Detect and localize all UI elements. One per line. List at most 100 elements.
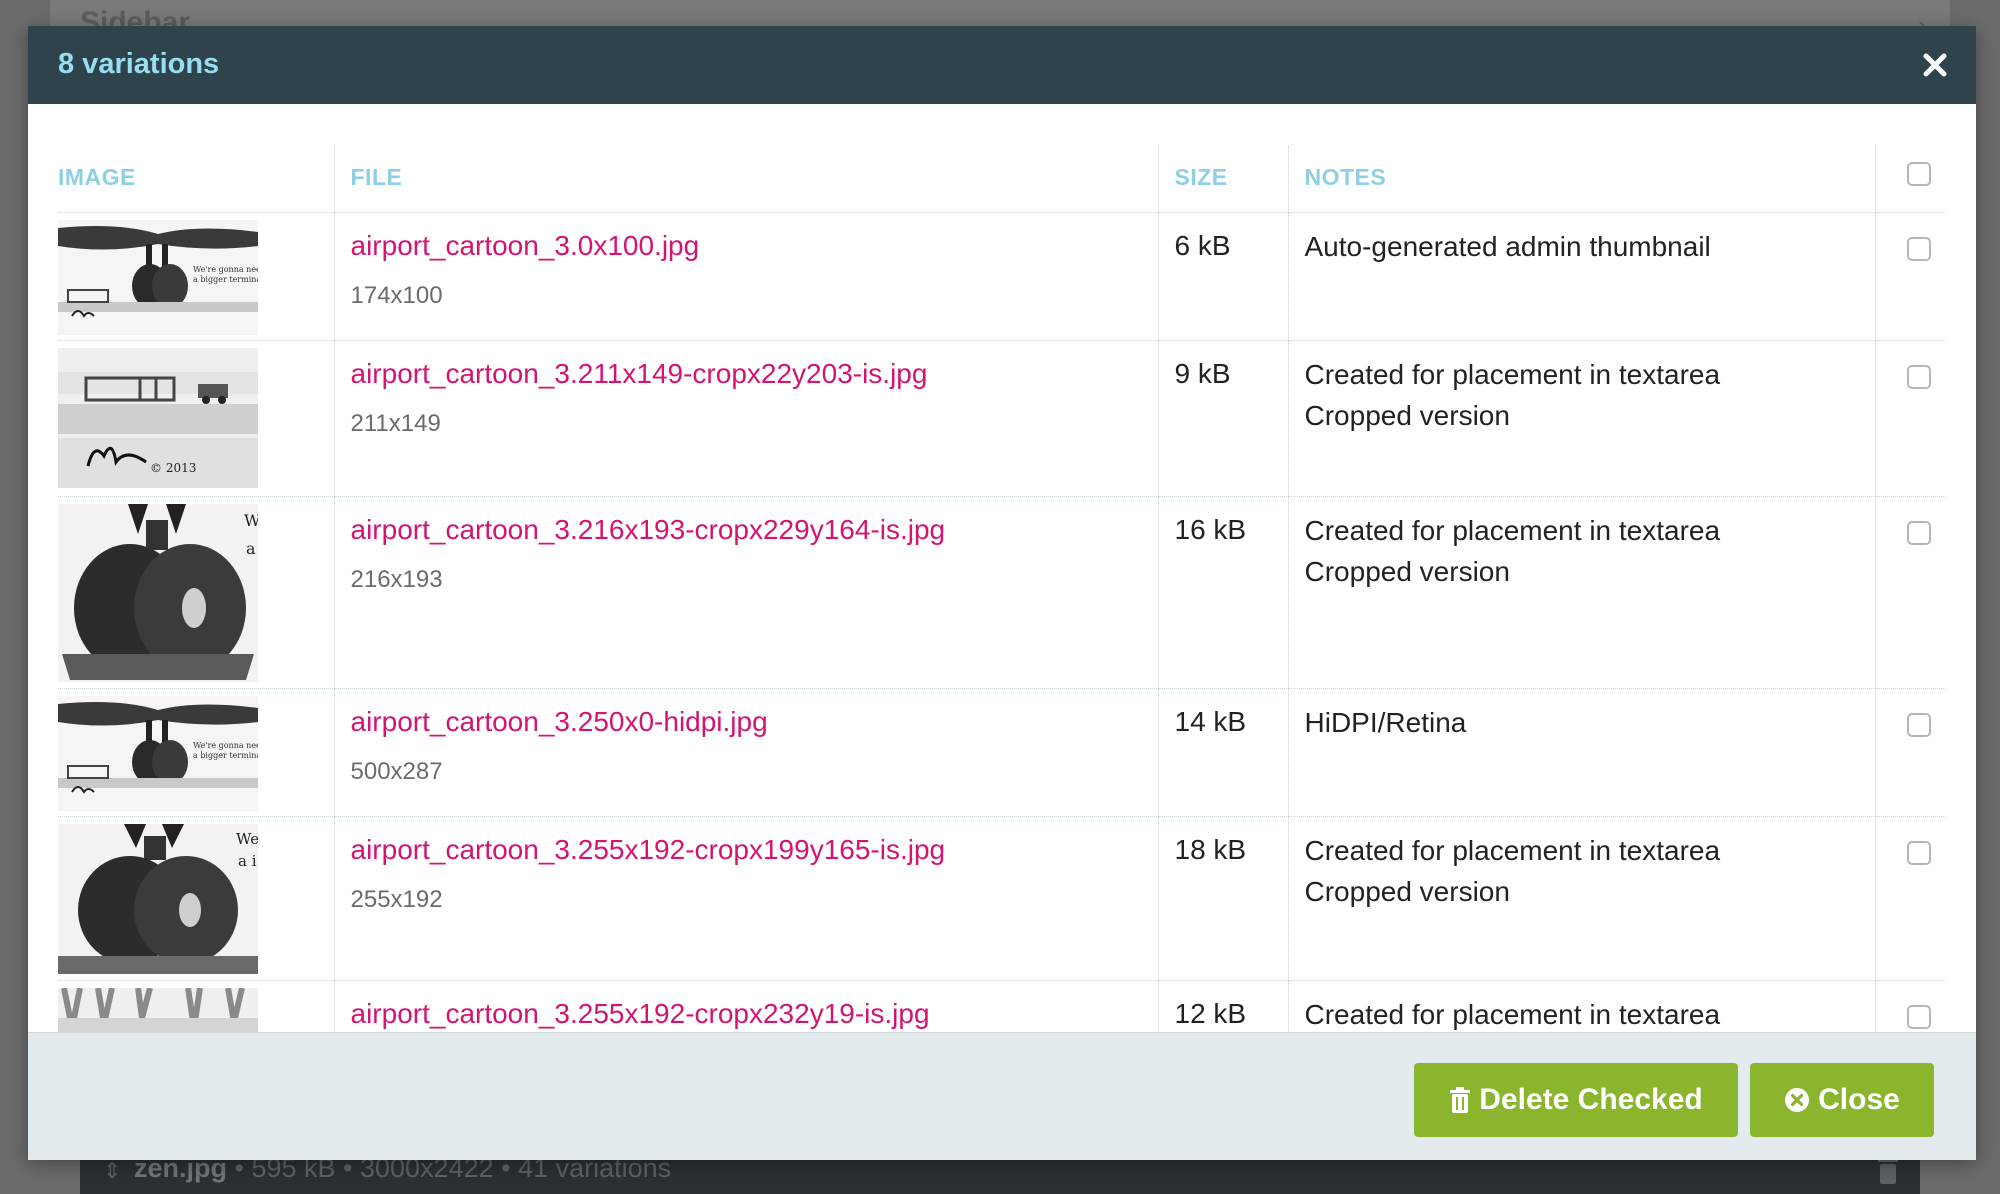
notes-cell: Created for placement in textarea Cropped… xyxy=(1287,816,1875,981)
notes-cell: Auto-generated admin thumbnail xyxy=(1287,212,1875,341)
table-row: W a airport_cartoon_3.216x193-cropx229y1… xyxy=(58,496,1946,689)
select-cell xyxy=(1874,496,1946,689)
variations-modal: 8 variations IMAGE FILE SIZE NOTES We're… xyxy=(28,26,1976,1160)
row-checkbox[interactable] xyxy=(1906,840,1931,865)
notes-text: Created for placement in textarea xyxy=(1305,991,1859,1033)
thumbnail-image[interactable]: © 2013 xyxy=(58,347,258,488)
file-link[interactable]: airport_cartoon_3.211x149-cropx22y203-is… xyxy=(351,358,928,390)
notes-text: Created for placement in textarea Cropped… xyxy=(1305,351,1859,440)
note-line: Cropped version xyxy=(1304,555,1510,587)
thumbnail-cell: W a xyxy=(58,496,334,689)
table-row: We're gonna need a bigger terminal. airp… xyxy=(58,688,1946,817)
select-cell xyxy=(1874,212,1946,341)
file-dimensions: 211x149 xyxy=(350,409,441,437)
size-cell: 9 kB xyxy=(1157,340,1288,497)
thumbnail-image[interactable]: We're gonna need a bigger terminal. xyxy=(58,695,258,811)
thumbnail-image[interactable]: We a i xyxy=(58,823,258,974)
file-link[interactable]: airport_cartoon_3.255x192-cropx232y19-is… xyxy=(351,998,930,1030)
delete-checked-label: Delete Checked xyxy=(1479,1083,1703,1116)
file-dimensions: 216x193 xyxy=(350,565,443,593)
select-cell xyxy=(1874,816,1946,981)
times-circle-icon xyxy=(1785,1088,1810,1112)
row-checkbox[interactable] xyxy=(1906,364,1931,389)
close-icon[interactable] xyxy=(1920,50,1950,80)
modal-title: 8 variations xyxy=(58,48,220,80)
trash-icon xyxy=(1876,1156,1902,1184)
notes-cell: Created for placement in textarea Cropped… xyxy=(1287,496,1875,689)
close-label: Close xyxy=(1818,1083,1900,1116)
trash-icon xyxy=(1450,1087,1471,1113)
notes-text: Created for placement in textarea Cropped… xyxy=(1305,507,1859,596)
notes-text: HiDPI/Retina xyxy=(1305,699,1859,747)
size-cell: 14 kB xyxy=(1157,688,1288,817)
file-link[interactable]: airport_cartoon_3.216x193-cropx229y164-i… xyxy=(351,514,946,546)
select-cell xyxy=(1874,340,1946,497)
thumbnail-cell: We're gonna need a bigger terminal. xyxy=(58,688,334,817)
row-checkbox[interactable] xyxy=(1906,520,1931,545)
file-link[interactable]: airport_cartoon_3.0x100.jpg xyxy=(351,230,700,262)
file-size: 6 kB xyxy=(1174,229,1231,261)
crop-text-b: a xyxy=(246,539,256,558)
file-dimensions: 174x100 xyxy=(350,281,443,309)
column-header-image: IMAGE xyxy=(58,146,334,213)
note-line: Cropped version xyxy=(1304,875,1510,907)
size-cell: 18 kB xyxy=(1157,816,1288,981)
svg-text:a bigger terminal.: a bigger terminal. xyxy=(193,751,258,760)
size-cell: 16 kB xyxy=(1157,496,1288,689)
crop-text-c: We xyxy=(236,830,258,848)
column-header-file: FILE xyxy=(333,146,1158,213)
file-cell: airport_cartoon_3.211x149-cropx22y203-is… xyxy=(333,340,1158,497)
file-link[interactable]: airport_cartoon_3.255x192-cropx199y165-i… xyxy=(351,834,946,866)
table-row: We're gonna need a bigger terminal. airp… xyxy=(58,212,1946,341)
notes-cell: Created for placement in textarea Cropped… xyxy=(1287,340,1875,497)
column-header-notes: NOTES xyxy=(1287,146,1875,213)
notes-cell: HiDPI/Retina xyxy=(1287,688,1875,817)
file-link[interactable]: airport_cartoon_3.250x0-hidpi.jpg xyxy=(351,706,768,738)
notes-cell: Created for placement in textarea xyxy=(1287,980,1875,1033)
table-row: We a i airport_cartoon_3.255x192-cropx19… xyxy=(58,816,1946,981)
file-dimensions: 500x287 xyxy=(350,757,443,785)
thumbnail-cell: We're gonna need a bigger terminal. xyxy=(58,212,334,341)
notes-text: Created for placement in textarea Cropped… xyxy=(1305,827,1859,916)
crop-text-d: a i xyxy=(238,852,257,870)
file-size: 12 kB xyxy=(1174,997,1247,1029)
close-button[interactable]: Close xyxy=(1750,1063,1934,1137)
file-cell: airport_cartoon_3.255x192-cropx199y165-i… xyxy=(333,816,1158,981)
file-dimensions: 255x192 xyxy=(350,885,443,913)
thumbnail-image[interactable] xyxy=(58,987,258,1032)
file-cell: airport_cartoon_3.255x192-cropx232y19-is… xyxy=(333,980,1158,1032)
signature-text: © 2013 xyxy=(150,461,196,475)
svg-text:a bigger terminal.: a bigger terminal. xyxy=(193,275,258,284)
table-row: airport_cartoon_3.255x192-cropx232y19-is… xyxy=(58,980,1946,1032)
column-header-size: SIZE xyxy=(1157,146,1288,213)
thumbnail-cell xyxy=(58,980,334,1032)
file-size: 14 kB xyxy=(1174,705,1247,737)
file-cell: airport_cartoon_3.216x193-cropx229y164-i… xyxy=(333,496,1158,689)
thumbnail-image[interactable]: W a xyxy=(58,503,258,682)
svg-text:We're gonna need: We're gonna need xyxy=(193,265,258,274)
crop-text-a: W xyxy=(244,511,258,530)
thumbnail-image[interactable]: We're gonna need a bigger terminal. xyxy=(58,219,258,335)
svg-text:We're gonna need: We're gonna need xyxy=(193,741,258,750)
size-cell: 12 kB xyxy=(1157,980,1288,1032)
note-line: HiDPI/Retina xyxy=(1304,706,1467,738)
variations-table: IMAGE FILE SIZE NOTES We're gonna ne a b… xyxy=(58,146,1946,1032)
table-header-row: IMAGE FILE SIZE NOTES xyxy=(58,146,1946,213)
row-checkbox[interactable] xyxy=(1906,712,1931,737)
delete-checked-button[interactable]: Delete Checked xyxy=(1414,1063,1738,1137)
select-cell xyxy=(1874,688,1946,817)
thumbnail-cell: © 2013 xyxy=(58,340,334,497)
modal-header: 8 variations xyxy=(28,26,1976,104)
column-header-select xyxy=(1874,146,1946,213)
note-line: Cropped version xyxy=(1304,399,1510,431)
select-all-checkbox[interactable] xyxy=(1906,162,1931,186)
file-size: 18 kB xyxy=(1174,833,1247,865)
file-size: 16 kB xyxy=(1174,513,1247,545)
notes-text: Auto-generated admin thumbnail xyxy=(1305,223,1859,271)
file-cell: airport_cartoon_3.250x0-hidpi.jpg 500x28… xyxy=(333,688,1158,817)
modal-footer: Delete Checked Close xyxy=(28,1032,1976,1160)
modal-body[interactable]: IMAGE FILE SIZE NOTES We're gonna ne a b… xyxy=(28,104,1976,1032)
row-checkbox[interactable] xyxy=(1906,236,1931,261)
row-checkbox[interactable] xyxy=(1906,1004,1931,1029)
size-cell: 6 kB xyxy=(1157,212,1288,341)
